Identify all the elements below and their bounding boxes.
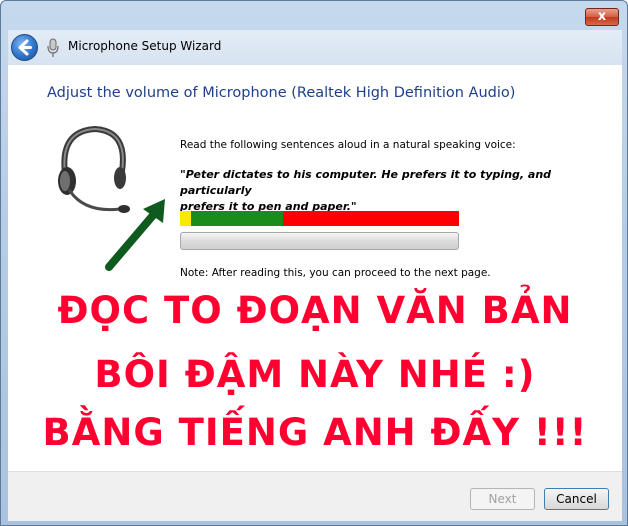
window-frame: x Microphone Setup Wizard Adjust the vol… [0,0,628,526]
overlay-text-line-1: ĐỌC TO ĐOẠN VĂN BẢN [57,289,573,332]
wizard-footer: Next Cancel [8,471,622,521]
quote-line-1: "Peter dictates to his computer. He pref… [180,168,552,197]
wizard-header: Microphone Setup Wizard [8,30,622,66]
back-button[interactable] [11,34,38,61]
volume-level-meter [180,211,459,226]
window-title: Microphone Setup Wizard [68,39,222,53]
close-button[interactable]: x [585,8,619,26]
level-green-segment [191,211,283,226]
quote-text: "Peter dictates to his computer. He pref… [180,167,600,215]
reading-progress-bar [180,232,459,250]
next-button[interactable]: Next [470,488,535,510]
overlay-text-line-2: BÔI ĐẬM NÀY NHÉ :) [94,353,536,396]
close-icon: x [597,9,607,24]
note-text: Note: After reading this, you can procee… [180,267,491,279]
microphone-icon [47,38,59,57]
cancel-button[interactable]: Cancel [544,488,609,510]
level-yellow-segment [180,211,191,226]
wizard-content: Adjust the volume of Microphone (Realtek… [8,65,622,471]
overlay-text-line-3: BẰNG TIẾNG ANH ĐẤY !!! [42,411,588,454]
back-arrow-icon [18,39,32,56]
page-heading: Adjust the volume of Microphone (Realtek… [47,85,516,101]
instruction-text: Read the following sentences aloud in a … [180,139,516,151]
green-arrow-annotation [105,199,165,271]
